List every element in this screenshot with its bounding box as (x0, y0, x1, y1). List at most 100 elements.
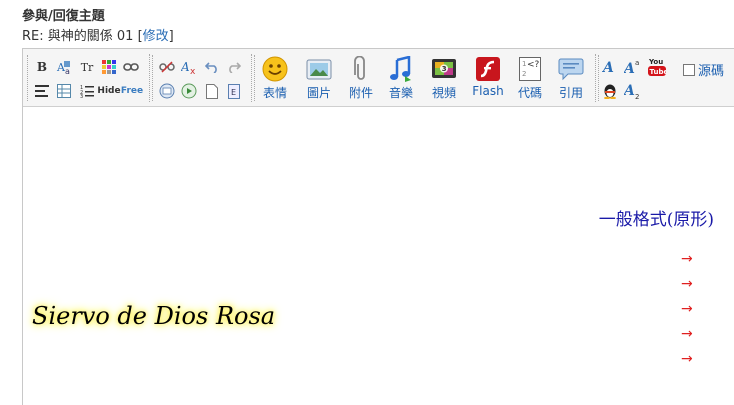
remove-format-icon: Ax (181, 60, 196, 74)
flash-button[interactable]: Flash (466, 56, 510, 102)
insert-image-url-button[interactable] (158, 82, 176, 100)
emoticon-button[interactable]: 表情 (255, 56, 295, 102)
pagebreak-button[interactable]: E (225, 82, 243, 100)
toolbar-grip (27, 55, 30, 101)
svg-text:A: A (624, 61, 635, 75)
smiley-icon (262, 56, 288, 82)
qq-penguin-icon (604, 84, 616, 99)
source-label: 源碼 (698, 64, 725, 79)
font-face-button[interactable]: A (601, 58, 619, 76)
bold-button[interactable]: B (33, 58, 51, 76)
redo-button[interactable] (225, 58, 243, 76)
format-label: 一般格式(原形) (598, 210, 714, 230)
signature-image: Siervo de Dios Rosa (32, 302, 276, 330)
subscript-icon: A2 (624, 83, 639, 99)
superscript-button[interactable]: Aa (624, 58, 642, 76)
code-icon: 1 2<? (519, 57, 541, 81)
source-toggle[interactable]: 源碼 (683, 60, 724, 79)
source-checkbox[interactable] (683, 63, 695, 76)
editor-content-area[interactable]: 一般格式(原形) → → → → → (23, 107, 734, 405)
arrow-marker: → (681, 326, 693, 342)
svg-text:a: a (635, 59, 639, 67)
numbered-list-icon: 123 (80, 85, 94, 98)
image-button[interactable]: 圖片 (299, 56, 339, 102)
table-button[interactable] (55, 82, 73, 100)
insert-media-button[interactable] (180, 82, 198, 100)
svg-text:E: E (231, 88, 236, 97)
play-media-icon (181, 83, 197, 99)
video-button[interactable]: 3 視頻 (424, 56, 464, 102)
globe-image-icon (159, 83, 175, 99)
flash-icon (476, 57, 500, 81)
color-grid-button[interactable] (100, 58, 118, 76)
font-size-button[interactable]: Tr (78, 58, 96, 76)
music-button[interactable]: 音樂 (381, 56, 421, 102)
svg-text:Tube: Tube (650, 68, 667, 76)
subtitle-text: RE: 與神的關係 01 [ (22, 29, 143, 44)
quote-button[interactable]: 引用 (551, 56, 591, 102)
arrow-marker: → (681, 301, 693, 317)
undo-button[interactable] (203, 58, 221, 76)
qq-button[interactable] (601, 82, 619, 100)
music-note-icon (390, 56, 411, 82)
arrow-marker: → (681, 351, 693, 367)
attachment-label: 附件 (348, 86, 373, 100)
code-button[interactable]: 1 2 <? 代碼 (510, 56, 550, 102)
svg-text:2: 2 (635, 93, 639, 99)
arrow-marker: → (681, 251, 693, 267)
speech-bubble-icon (558, 58, 584, 81)
attachment-button[interactable]: 附件 (341, 56, 381, 102)
svg-text:3: 3 (80, 94, 83, 98)
music-label: 音樂 (388, 86, 413, 100)
editor-toolbar: B Aa Tr 123 Hide Free A x E 表情 圖片 附件 音樂 … (23, 49, 734, 107)
code-label: 代碼 (517, 86, 542, 100)
image-label: 圖片 (306, 86, 331, 100)
align-button[interactable] (33, 82, 51, 100)
font-color-icon: Aa (56, 61, 70, 75)
free-button[interactable]: Free (121, 82, 143, 100)
unlink-icon (159, 61, 175, 73)
unlink-button[interactable] (158, 58, 176, 76)
font-color-button[interactable]: Aa (55, 58, 73, 76)
svg-text:a: a (65, 67, 70, 75)
link-icon (123, 63, 139, 71)
list-button[interactable]: 123 (78, 82, 96, 100)
undo-icon (205, 62, 217, 73)
page-break-icon: E (228, 83, 240, 99)
toolbar-separator (595, 54, 596, 102)
toolbar-grip (152, 55, 155, 101)
quote-label: 引用 (558, 86, 583, 100)
flash-label: Flash (472, 84, 504, 98)
arrow-marker: → (681, 276, 693, 292)
video-label: 視頻 (431, 86, 456, 100)
link-button[interactable] (122, 58, 140, 76)
svg-text:A: A (181, 60, 190, 74)
font-face-icon: A (602, 60, 614, 75)
svg-text:1: 1 (522, 60, 526, 68)
subtitle-bracket: ] (168, 29, 174, 44)
svg-text:2: 2 (522, 70, 526, 78)
tv-video-icon: 3 (432, 59, 456, 78)
paperclip-icon (354, 56, 365, 80)
svg-text:3: 3 (442, 65, 447, 73)
toolbar-separator (149, 54, 150, 102)
new-page-button[interactable] (203, 82, 221, 100)
remove-format-button[interactable]: Ax (180, 58, 198, 76)
edit-link[interactable]: 修改 (143, 29, 169, 44)
hide-button[interactable]: Hide (97, 82, 120, 100)
toolbar-separator (251, 54, 252, 102)
rich-text-editor: B Aa Tr 123 Hide Free A x E 表情 圖片 附件 音樂 … (22, 48, 734, 405)
color-grid-icon (102, 60, 116, 74)
page-title: 參與/回復主題 (22, 9, 105, 24)
subscript-button[interactable]: A2 (624, 82, 642, 100)
align-left-icon (35, 85, 49, 97)
youtube-button[interactable]: You Tube (647, 56, 667, 78)
table-icon (57, 84, 71, 98)
youtube-icon: You Tube (648, 58, 667, 76)
svg-text:x: x (190, 67, 196, 74)
page-icon (206, 83, 218, 99)
svg-text:A: A (624, 83, 635, 99)
redo-icon (229, 62, 241, 73)
svg-text:A: A (602, 60, 614, 75)
picture-icon (306, 59, 332, 80)
